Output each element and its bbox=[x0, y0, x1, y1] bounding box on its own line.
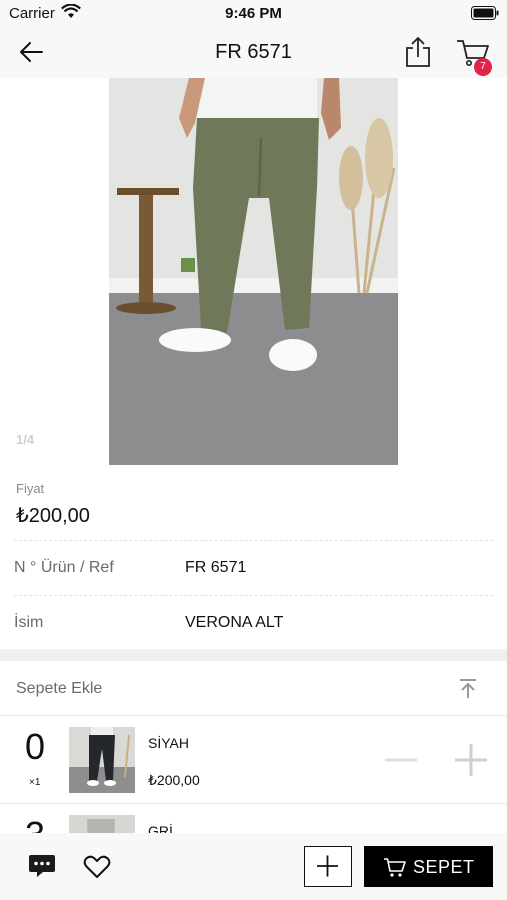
cart-checkout-button[interactable]: SEPET bbox=[364, 846, 493, 887]
navigation-bar: FR 6571 7 bbox=[0, 26, 507, 78]
price-value: ₺200,00 bbox=[16, 505, 90, 527]
divider bbox=[14, 595, 493, 596]
variant-multiplier: ×1 bbox=[29, 777, 41, 788]
battery-icon bbox=[471, 6, 499, 20]
scroll-to-top-icon[interactable] bbox=[456, 678, 480, 700]
product-image-gallery[interactable]: 1/4 bbox=[0, 78, 507, 468]
name-value: VERONA ALT bbox=[185, 614, 284, 631]
status-bar: Carrier 9:46 PM bbox=[0, 0, 507, 26]
variant-thumbnail bbox=[69, 727, 135, 793]
add-to-cart-header: Sepete Ekle bbox=[0, 661, 507, 716]
variant-color: SİYAH bbox=[148, 735, 189, 751]
checkout-label: SEPET bbox=[413, 857, 475, 877]
chat-icon[interactable] bbox=[28, 853, 56, 879]
variant-price: ₺200,00 bbox=[148, 772, 200, 788]
variant-row: 0 ×1 SİYAH ₺200,00 bbox=[0, 716, 507, 804]
decrease-quantity-button[interactable] bbox=[384, 750, 418, 770]
add-to-cart-button[interactable] bbox=[304, 846, 352, 887]
price-label: Fiyat bbox=[16, 481, 45, 496]
ref-value: FR 6571 bbox=[185, 559, 247, 576]
cart-icon bbox=[384, 858, 406, 877]
increase-quantity-button[interactable] bbox=[454, 743, 488, 777]
divider bbox=[14, 540, 493, 541]
gallery-page-indicator: 1/4 bbox=[16, 432, 35, 447]
cart-count-badge: 7 bbox=[474, 58, 492, 76]
share-icon[interactable] bbox=[404, 36, 432, 68]
product-photo bbox=[109, 78, 398, 465]
section-separator bbox=[0, 649, 507, 661]
heart-icon[interactable] bbox=[83, 854, 111, 880]
plus-icon bbox=[317, 855, 338, 877]
ref-label: N ° Ürün / Ref bbox=[14, 559, 114, 576]
bottom-action-bar: SEPET bbox=[0, 833, 507, 900]
add-to-cart-title: Sepete Ekle bbox=[16, 680, 103, 697]
status-time: 9:46 PM bbox=[225, 5, 282, 22]
name-label: İsim bbox=[14, 614, 44, 631]
variant-quantity: 0 bbox=[24, 726, 46, 767]
